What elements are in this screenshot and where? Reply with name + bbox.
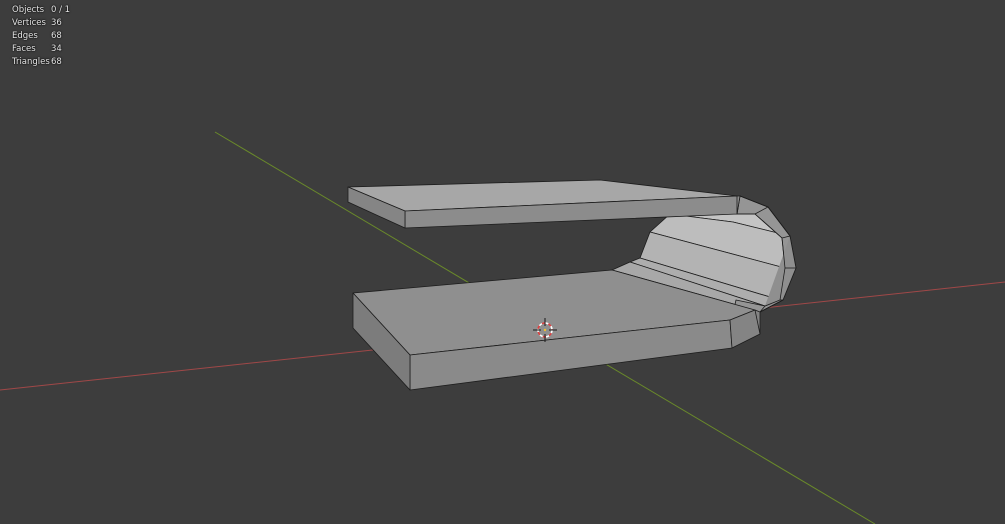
stat-value: 68: [51, 31, 62, 41]
mesh-object[interactable]: [347, 179, 797, 391]
stat-row-faces: Faces 34: [12, 43, 70, 56]
stat-label: Edges: [12, 31, 38, 41]
viewport-scene[interactable]: [0, 0, 1005, 524]
stat-row-vertices: Vertices 36: [12, 17, 70, 30]
stat-value: 36: [51, 18, 62, 28]
scene-statistics-overlay: Objects 0 / 1 Vertices 36 Edges 68 Faces…: [12, 4, 70, 69]
stat-value: 34: [51, 44, 62, 54]
stat-value: 0 / 1: [51, 5, 71, 15]
stat-label: Objects: [12, 5, 45, 15]
stat-label: Faces: [12, 44, 36, 54]
stat-label: Triangles: [12, 57, 50, 67]
stat-row-edges: Edges 68: [12, 30, 70, 43]
3d-viewport[interactable]: Objects 0 / 1 Vertices 36 Edges 68 Faces…: [0, 0, 1005, 524]
stat-label: Vertices: [12, 18, 46, 28]
stat-value: 68: [51, 57, 62, 67]
stat-row-triangles: Triangles 68: [12, 56, 70, 69]
stat-row-objects: Objects 0 / 1: [12, 4, 70, 17]
